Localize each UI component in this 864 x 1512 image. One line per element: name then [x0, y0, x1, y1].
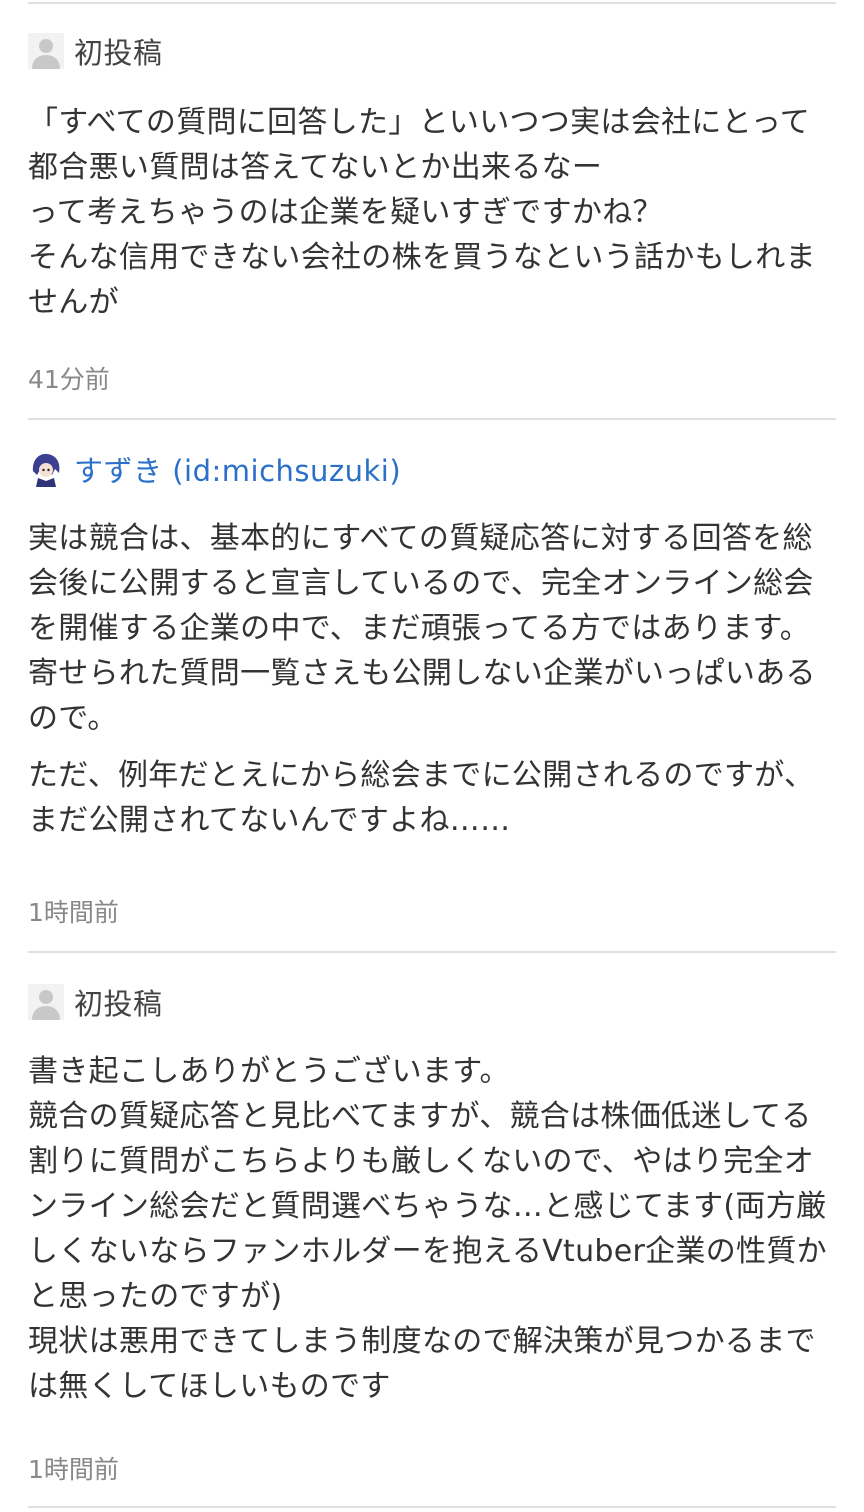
comment-paragraph: 「すべての質問に回答した」といいつつ実は会社にとって都合悪い質問は答えてないとか… [28, 105, 816, 320]
comment-author[interactable]: すずき (id:michsuzuki) [28, 446, 836, 492]
user-avatar-icon[interactable] [28, 451, 64, 487]
author-name-link[interactable]: すずき (id:michsuzuki) [74, 448, 401, 490]
comment-body: 書き起こしありがとうございます。 競合の質疑応答と見比べてますが、競合は株価低迷… [28, 1049, 836, 1409]
comment-author: 初投稿 [28, 28, 836, 74]
comment-body: 「すべての質問に回答した」といいつつ実は会社にとって都合悪い質問は答えてないとか… [28, 100, 836, 325]
comment-item: 初投稿 書き起こしありがとうございます。 競合の質疑応答と見比べてますが、競合は… [28, 979, 836, 1421]
author-name: 初投稿 [74, 36, 163, 70]
comment-item: 初投稿 「すべての質問に回答した」といいつつ実は会社にとって都合悪い質問は答えて… [28, 28, 836, 337]
default-user-icon [28, 33, 64, 69]
comment-timestamp: 1時間前 [28, 898, 119, 927]
comment-body: 実は競合は、基本的にすべての質疑応答に対する回答を総会後に公開すると宣言している… [28, 516, 836, 843]
comment-list: 初投稿 「すべての質問に回答した」といいつつ実は会社にとって都合悪い質問は答えて… [0, 0, 864, 1512]
divider [28, 1506, 836, 1508]
comment-paragraph: 書き起こしありがとうございます。 競合の質疑応答と見比べてますが、競合は株価低迷… [28, 1054, 827, 1404]
comment-paragraph: 実は競合は、基本的にすべての質疑応答に対する回答を総会後に公開すると宣言している… [28, 521, 816, 736]
default-user-icon [28, 984, 64, 1020]
comment-item: すずき (id:michsuzuki) 実は競合は、基本的にすべての質疑応答に対… [28, 446, 836, 855]
comment-paragraph: ただ、例年だとえにから総会までに公開されるのですが、まだ公開されてないんですよね… [28, 758, 815, 838]
divider [28, 418, 836, 420]
comment-timestamp: 1時間前 [28, 1455, 119, 1484]
author-name: 初投稿 [74, 987, 163, 1021]
comment-timestamp: 41分前 [28, 365, 110, 394]
divider [28, 951, 836, 953]
divider [28, 2, 836, 4]
comment-author: 初投稿 [28, 979, 836, 1025]
